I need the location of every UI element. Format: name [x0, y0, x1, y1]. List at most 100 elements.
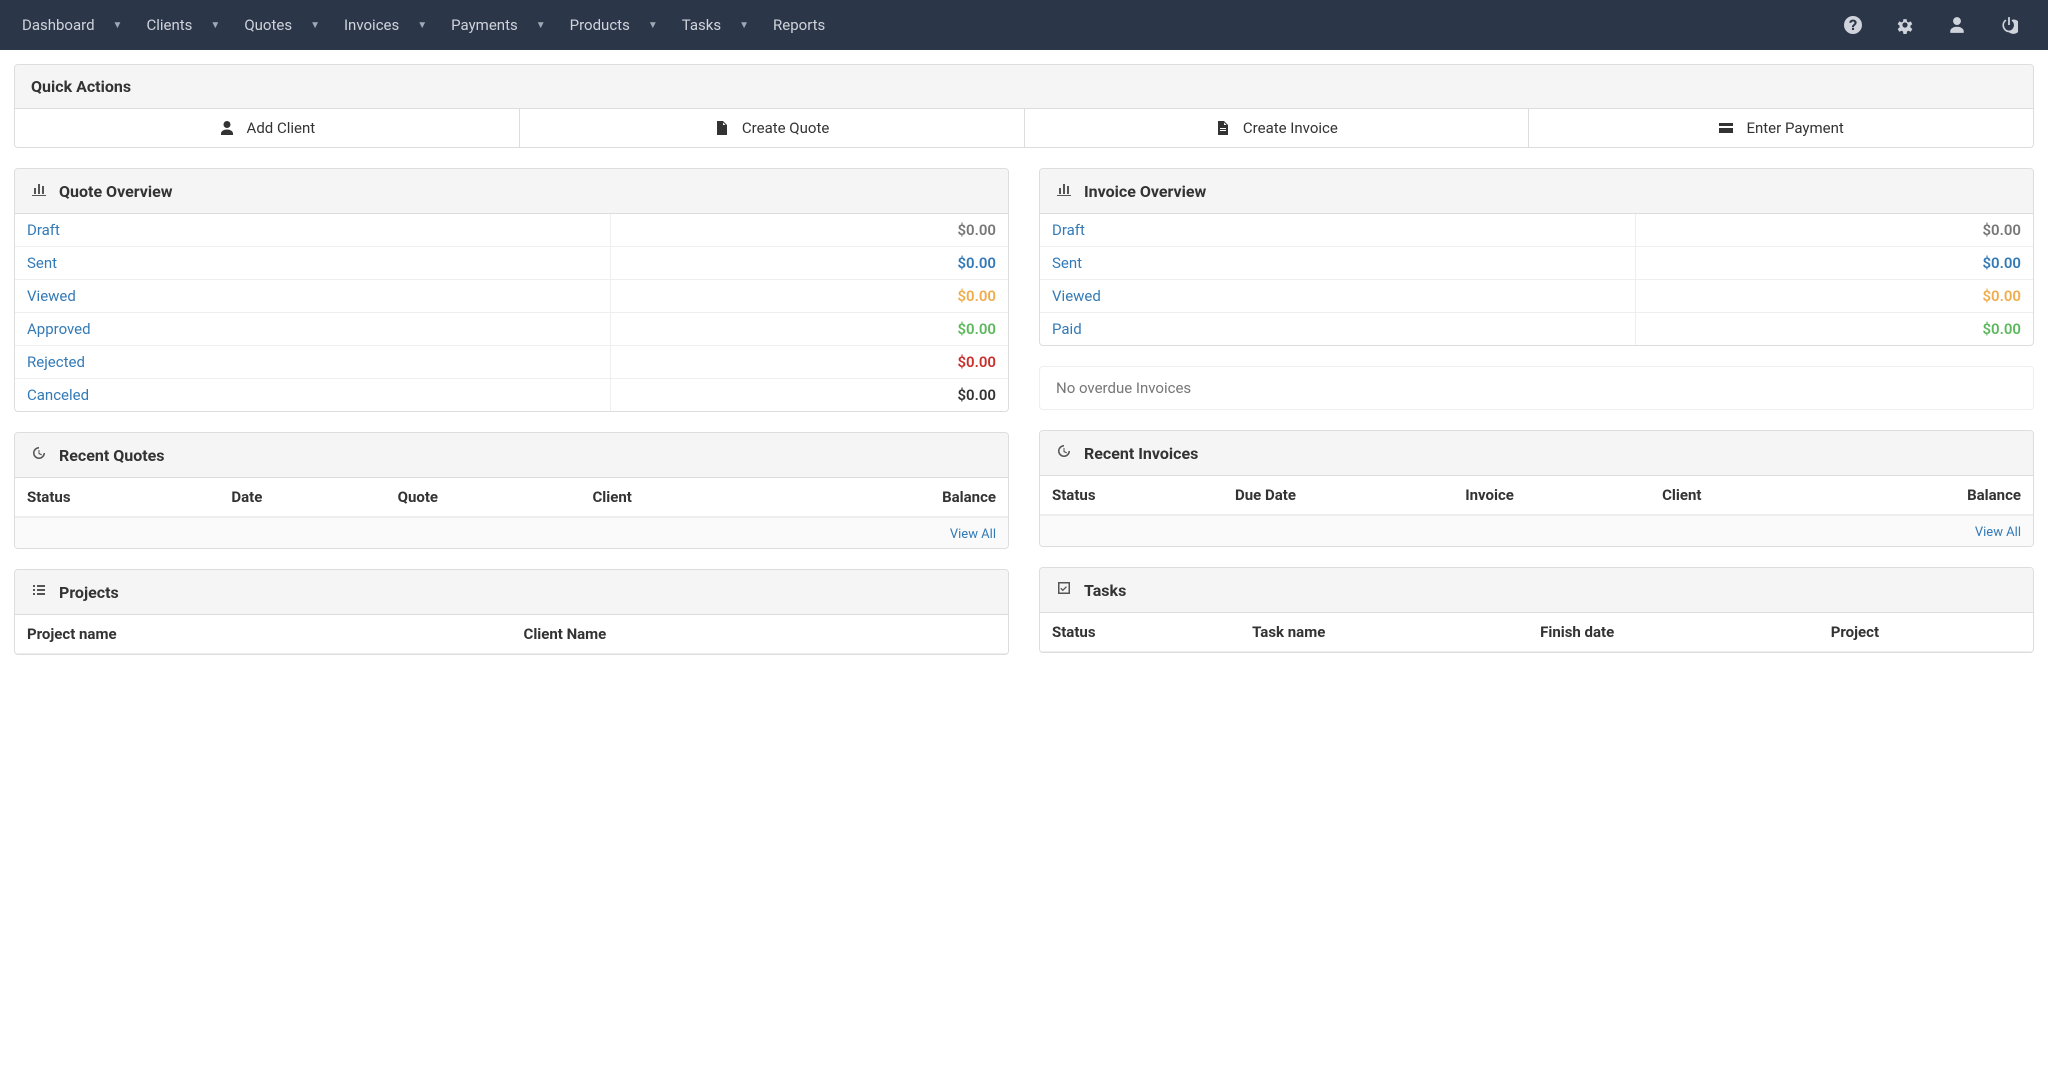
- col-status: Status: [1040, 613, 1240, 652]
- col-quote: Quote: [386, 478, 581, 517]
- enter-payment-button[interactable]: Enter Payment: [1529, 109, 2033, 147]
- history-icon: [31, 445, 47, 465]
- panel-title: Recent Quotes: [59, 446, 165, 465]
- recent-invoices-panel: Recent Invoices Status Due Date Invoice …: [1039, 430, 2034, 547]
- recent-invoices-header: Recent Invoices: [1040, 431, 2033, 476]
- bar-chart-icon: [1056, 181, 1072, 201]
- quick-actions-header: Quick Actions: [15, 65, 2033, 109]
- overview-status-cell: Rejected: [15, 346, 611, 379]
- overview-amount: $0.00: [611, 280, 1008, 313]
- overview-status-link[interactable]: Viewed: [1052, 287, 1101, 305]
- recent-invoices-footer: View All: [1040, 515, 2033, 546]
- overview-status-link[interactable]: Sent: [27, 254, 57, 272]
- user-icon: [219, 120, 235, 136]
- nav-item-clients[interactable]: Clients ▼: [134, 0, 232, 50]
- history-icon: [1056, 443, 1072, 463]
- nav-right: [1834, 10, 2038, 40]
- nav-item-quotes[interactable]: Quotes ▼: [232, 0, 332, 50]
- panel-title: Quick Actions: [31, 77, 131, 96]
- overview-status-cell: Viewed: [15, 280, 611, 313]
- overview-status-link[interactable]: Sent: [1052, 254, 1082, 272]
- button-label: Create Invoice: [1243, 119, 1338, 137]
- top-navbar: Dashboard ▼ Clients ▼ Quotes ▼ Invoices …: [0, 0, 2048, 50]
- view-all-link[interactable]: View All: [950, 527, 996, 542]
- overview-status-link[interactable]: Viewed: [27, 287, 76, 305]
- bar-chart-icon: [31, 181, 47, 201]
- overview-amount: $0.00: [611, 379, 1008, 412]
- nav-label: Clients: [146, 16, 192, 34]
- overview-status-cell: Sent: [15, 247, 611, 280]
- power-icon[interactable]: [1990, 10, 2028, 40]
- quick-actions-body: Add Client Create Quote Create Invoice E…: [15, 109, 2033, 147]
- help-icon[interactable]: [1834, 10, 1872, 40]
- col-balance: Balance: [772, 478, 1008, 517]
- invoice-overview-panel: Invoice Overview Draft$0.00Sent$0.00View…: [1039, 168, 2034, 346]
- user-icon[interactable]: [1938, 10, 1976, 40]
- overview-status-link[interactable]: Draft: [27, 221, 60, 239]
- col-task-name: Task name: [1240, 613, 1528, 652]
- nav-item-invoices[interactable]: Invoices ▼: [332, 0, 439, 50]
- overview-status-cell: Canceled: [15, 379, 611, 412]
- invoice-overview-header: Invoice Overview: [1040, 169, 2033, 214]
- invoice-overview-table: Draft$0.00 Sent $0.00 Viewed $0.00 Paid $0.00: [1040, 214, 2033, 345]
- nav-left: Dashboard ▼ Clients ▼ Quotes ▼ Invoices …: [10, 0, 837, 50]
- overview-status-link[interactable]: Draft: [1052, 221, 1085, 239]
- projects-header: Projects: [15, 570, 1008, 615]
- overview-amount: $0.00: [1636, 247, 2033, 280]
- nav-label: Reports: [773, 16, 825, 34]
- overview-amount: $0.00: [611, 313, 1008, 346]
- settings-icon[interactable]: [1886, 10, 1924, 40]
- caret-down-icon: ▼: [210, 20, 220, 31]
- quote-overview-table: Draft $0.00 Sent $0.00 Viewed $0.00 Approved $0…: [15, 214, 1008, 411]
- overview-status-link[interactable]: Rejected: [27, 353, 85, 371]
- create-quote-button[interactable]: Create Quote: [520, 109, 1025, 147]
- tasks-header: Tasks: [1040, 568, 2033, 613]
- caret-down-icon: ▼: [113, 20, 123, 31]
- projects-panel: Projects Project name Client Name: [14, 569, 1009, 655]
- overview-amount: $0.00: [611, 214, 1008, 247]
- overview-row: Sent $0.00: [15, 247, 1008, 280]
- recent-quotes-footer: View All: [15, 517, 1008, 548]
- overview-row: Draft $0.00: [15, 214, 1008, 247]
- nav-item-dashboard[interactable]: Dashboard ▼: [10, 0, 134, 50]
- col-project: Project: [1819, 613, 2033, 652]
- col-invoice: Invoice: [1453, 476, 1650, 515]
- nav-label: Tasks: [682, 16, 721, 34]
- recent-quotes-panel: Recent Quotes Status Date Quote Client B…: [14, 432, 1009, 549]
- overview-status-link[interactable]: Paid: [1052, 320, 1082, 338]
- panel-title: Quote Overview: [59, 182, 172, 201]
- overview-status-link[interactable]: Canceled: [27, 386, 89, 404]
- overview-amount: $0.00: [611, 247, 1008, 280]
- create-invoice-button[interactable]: Create Invoice: [1025, 109, 1530, 147]
- overview-row: Sent $0.00: [1040, 247, 2033, 280]
- overview-row: Rejected$0.00: [15, 346, 1008, 379]
- overview-status-cell: Viewed: [1040, 280, 1636, 313]
- caret-down-icon: ▼: [536, 20, 546, 31]
- button-label: Create Quote: [742, 119, 829, 137]
- add-client-button[interactable]: Add Client: [15, 109, 520, 147]
- panel-title: Projects: [59, 583, 119, 602]
- overview-status-cell: Draft: [15, 214, 611, 247]
- nav-item-products[interactable]: Products ▼: [558, 0, 670, 50]
- nav-label: Payments: [451, 16, 518, 34]
- col-client: Client: [1650, 476, 1822, 515]
- overview-row: Draft$0.00: [1040, 214, 2033, 247]
- nav-label: Products: [570, 16, 630, 34]
- caret-down-icon: ▼: [739, 20, 749, 31]
- nav-item-reports[interactable]: Reports: [761, 0, 837, 50]
- nav-item-payments[interactable]: Payments ▼: [439, 0, 557, 50]
- overview-amount: $0.00: [1636, 280, 2033, 313]
- col-client: Client: [580, 478, 772, 517]
- overview-status-link[interactable]: Approved: [27, 320, 91, 338]
- overview-row: Paid $0.00: [1040, 313, 2033, 346]
- projects-table: Project name Client Name: [15, 615, 1008, 654]
- col-project-name: Project name: [15, 615, 512, 654]
- col-balance: Balance: [1822, 476, 2033, 515]
- col-status: Status: [1040, 476, 1223, 515]
- nav-item-tasks[interactable]: Tasks ▼: [670, 0, 761, 50]
- view-all-link[interactable]: View All: [1975, 525, 2021, 540]
- overview-amount: $0.00: [1636, 313, 2033, 346]
- caret-down-icon: ▼: [310, 20, 320, 31]
- no-overdue-alert: No overdue Invoices: [1039, 366, 2034, 410]
- panel-title: Tasks: [1084, 581, 1126, 600]
